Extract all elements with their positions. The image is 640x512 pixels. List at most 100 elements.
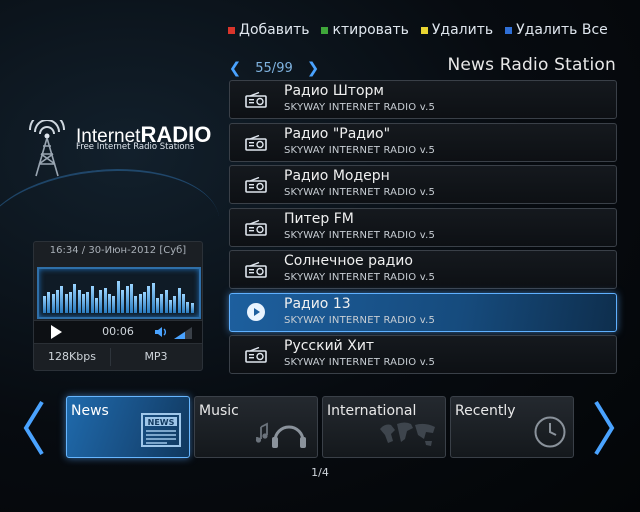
spectrum-bar [95,298,99,313]
radio-icon [245,219,267,236]
page-title: News Radio Station [447,55,616,75]
spectrum-bar [147,286,151,313]
spectrum-bar [43,296,46,313]
spectrum-bar [60,286,64,313]
category-tile-international[interactable]: International [322,396,446,458]
add-action[interactable]: Добавить [228,22,309,38]
spectrum-bar [77,290,81,313]
spectrum-bar [103,288,107,313]
spectrum-bar [56,290,60,313]
station-title: Радио Шторм [284,83,384,99]
station-subtitle: SKYWAY INTERNET RADIO v.5 [284,102,436,113]
category-next-icon[interactable] [590,398,620,458]
category-label: Recently [455,403,516,419]
datetime-readout: 16:34 / 30-Июн-2012 [Суб] [49,245,187,256]
newspaper-icon-text: NEWS [148,418,175,427]
station-row[interactable]: Солнечное радио SKYWAY INTERNET RADIO v.5 [229,250,617,289]
edit-action[interactable]: ктировать [321,22,409,38]
volume-level-icon[interactable] [174,327,192,339]
category-tile-recently[interactable]: Recently [450,396,574,458]
radio-tower-icon [29,120,65,177]
red-key-icon [228,26,235,34]
spectrum-bar [90,286,94,313]
spectrum-bar [121,290,125,313]
station-title: Радио 13 [284,295,351,312]
station-subtitle: SKYWAY INTERNET RADIO v.5 [284,272,436,283]
spectrum-bar [99,290,103,313]
radio-icon [245,346,267,363]
radio-icon [245,261,267,278]
play-icon[interactable] [44,324,66,340]
edit-action-label: ктировать [332,22,409,38]
spectrum-bar [142,292,146,313]
page-counter: 55/99 [255,60,293,76]
station-row[interactable]: Питер FM SKYWAY INTERNET RADIO v.5 [229,207,617,247]
spectrum-bar [112,296,116,313]
radio-icon [245,176,267,193]
spectrum-bar [173,296,177,313]
station-subtitle: SKYWAY INTERNET RADIO v.5 [284,187,436,198]
spectrum-visualizer [37,267,201,319]
stream-info: 128Kbps MP3 [34,346,202,368]
category-page-indicator: 1/4 [311,466,329,479]
logo-subtitle: Free Internet Radio Stations [76,142,195,152]
spectrum-bar [116,281,120,313]
spectrum-bar [64,294,68,313]
station-title: Питер FM [284,210,354,227]
radio-icon [245,134,267,151]
spectrum-bar [129,284,133,313]
radio-icon [245,91,267,108]
green-key-icon [321,26,329,34]
spectrum-bar [125,286,129,313]
spectrum-bar [86,292,90,313]
newspaper-icon: NEWS [139,411,183,453]
action-bar: Добавить ктировать Удалить Удалить Все [228,20,608,40]
delete-all-action-label: Удалить Все [516,22,608,38]
category-tile-news[interactable]: News NEWS [66,396,190,458]
spectrum-bar [151,283,155,313]
format-readout: MP3 [144,350,168,363]
add-action-label: Добавить [239,22,310,38]
spectrum-bar [190,303,194,313]
volume-icon[interactable] [154,325,168,339]
station-row[interactable]: Радио Шторм SKYWAY INTERNET RADIO v.5 [229,80,617,119]
station-title: Радио Модерн [284,168,390,184]
world-map-icon [377,419,439,453]
delete-action-label: Удалить [431,22,494,38]
station-row[interactable]: Радио 13 SKYWAY INTERNET RADIO v.5 [229,292,617,332]
spectrum-bar [82,294,86,313]
blue-key-icon [505,26,513,34]
spectrum-bar [47,292,51,313]
headphones-icon [253,413,311,453]
spectrum-bar [160,294,164,313]
playing-icon [247,302,265,321]
category-prev-icon[interactable] [18,398,48,458]
spectrum-bar [69,292,73,313]
category-label: International [327,403,417,419]
spectrum-bar [181,294,185,313]
page-next-icon[interactable]: ❯ [306,59,320,77]
station-row[interactable]: Радио Модерн SKYWAY INTERNET RADIO v.5 [229,165,617,204]
elapsed-time: 00:06 [102,325,134,338]
spectrum-bar [177,288,181,313]
category-tile-music[interactable]: Music [194,396,318,458]
delete-action[interactable]: Удалить [420,22,494,38]
yellow-key-icon [420,26,428,34]
now-playing-panel: 16:34 / 30-Июн-2012 [Суб] 00:06 128Kbps … [33,241,203,371]
bitrate-readout: 128Kbps [48,350,96,363]
station-subtitle: SKYWAY INTERNET RADIO v.5 [284,144,436,156]
station-subtitle: SKYWAY INTERNET RADIO v.5 [284,229,436,241]
page-prev-icon[interactable]: ❮ [228,59,242,77]
station-row[interactable]: Радио "Радио" SKYWAY INTERNET RADIO v.5 [229,122,617,162]
spectrum-bar [186,302,190,313]
station-title: Русский Хит [284,338,375,354]
station-title: Радио "Радио" [284,125,391,142]
station-row[interactable]: Русский Хит SKYWAY INTERNET RADIO v.5 [229,335,617,374]
delete-all-action[interactable]: Удалить Все [505,22,608,38]
station-subtitle: SKYWAY INTERNET RADIO v.5 [284,314,436,326]
station-pager: ❮ 55/99 ❯ [228,58,320,78]
category-label: Music [199,403,239,419]
spectrum-bar [134,296,138,313]
station-title: Солнечное радио [284,253,413,269]
spectrum-bar [108,294,112,313]
